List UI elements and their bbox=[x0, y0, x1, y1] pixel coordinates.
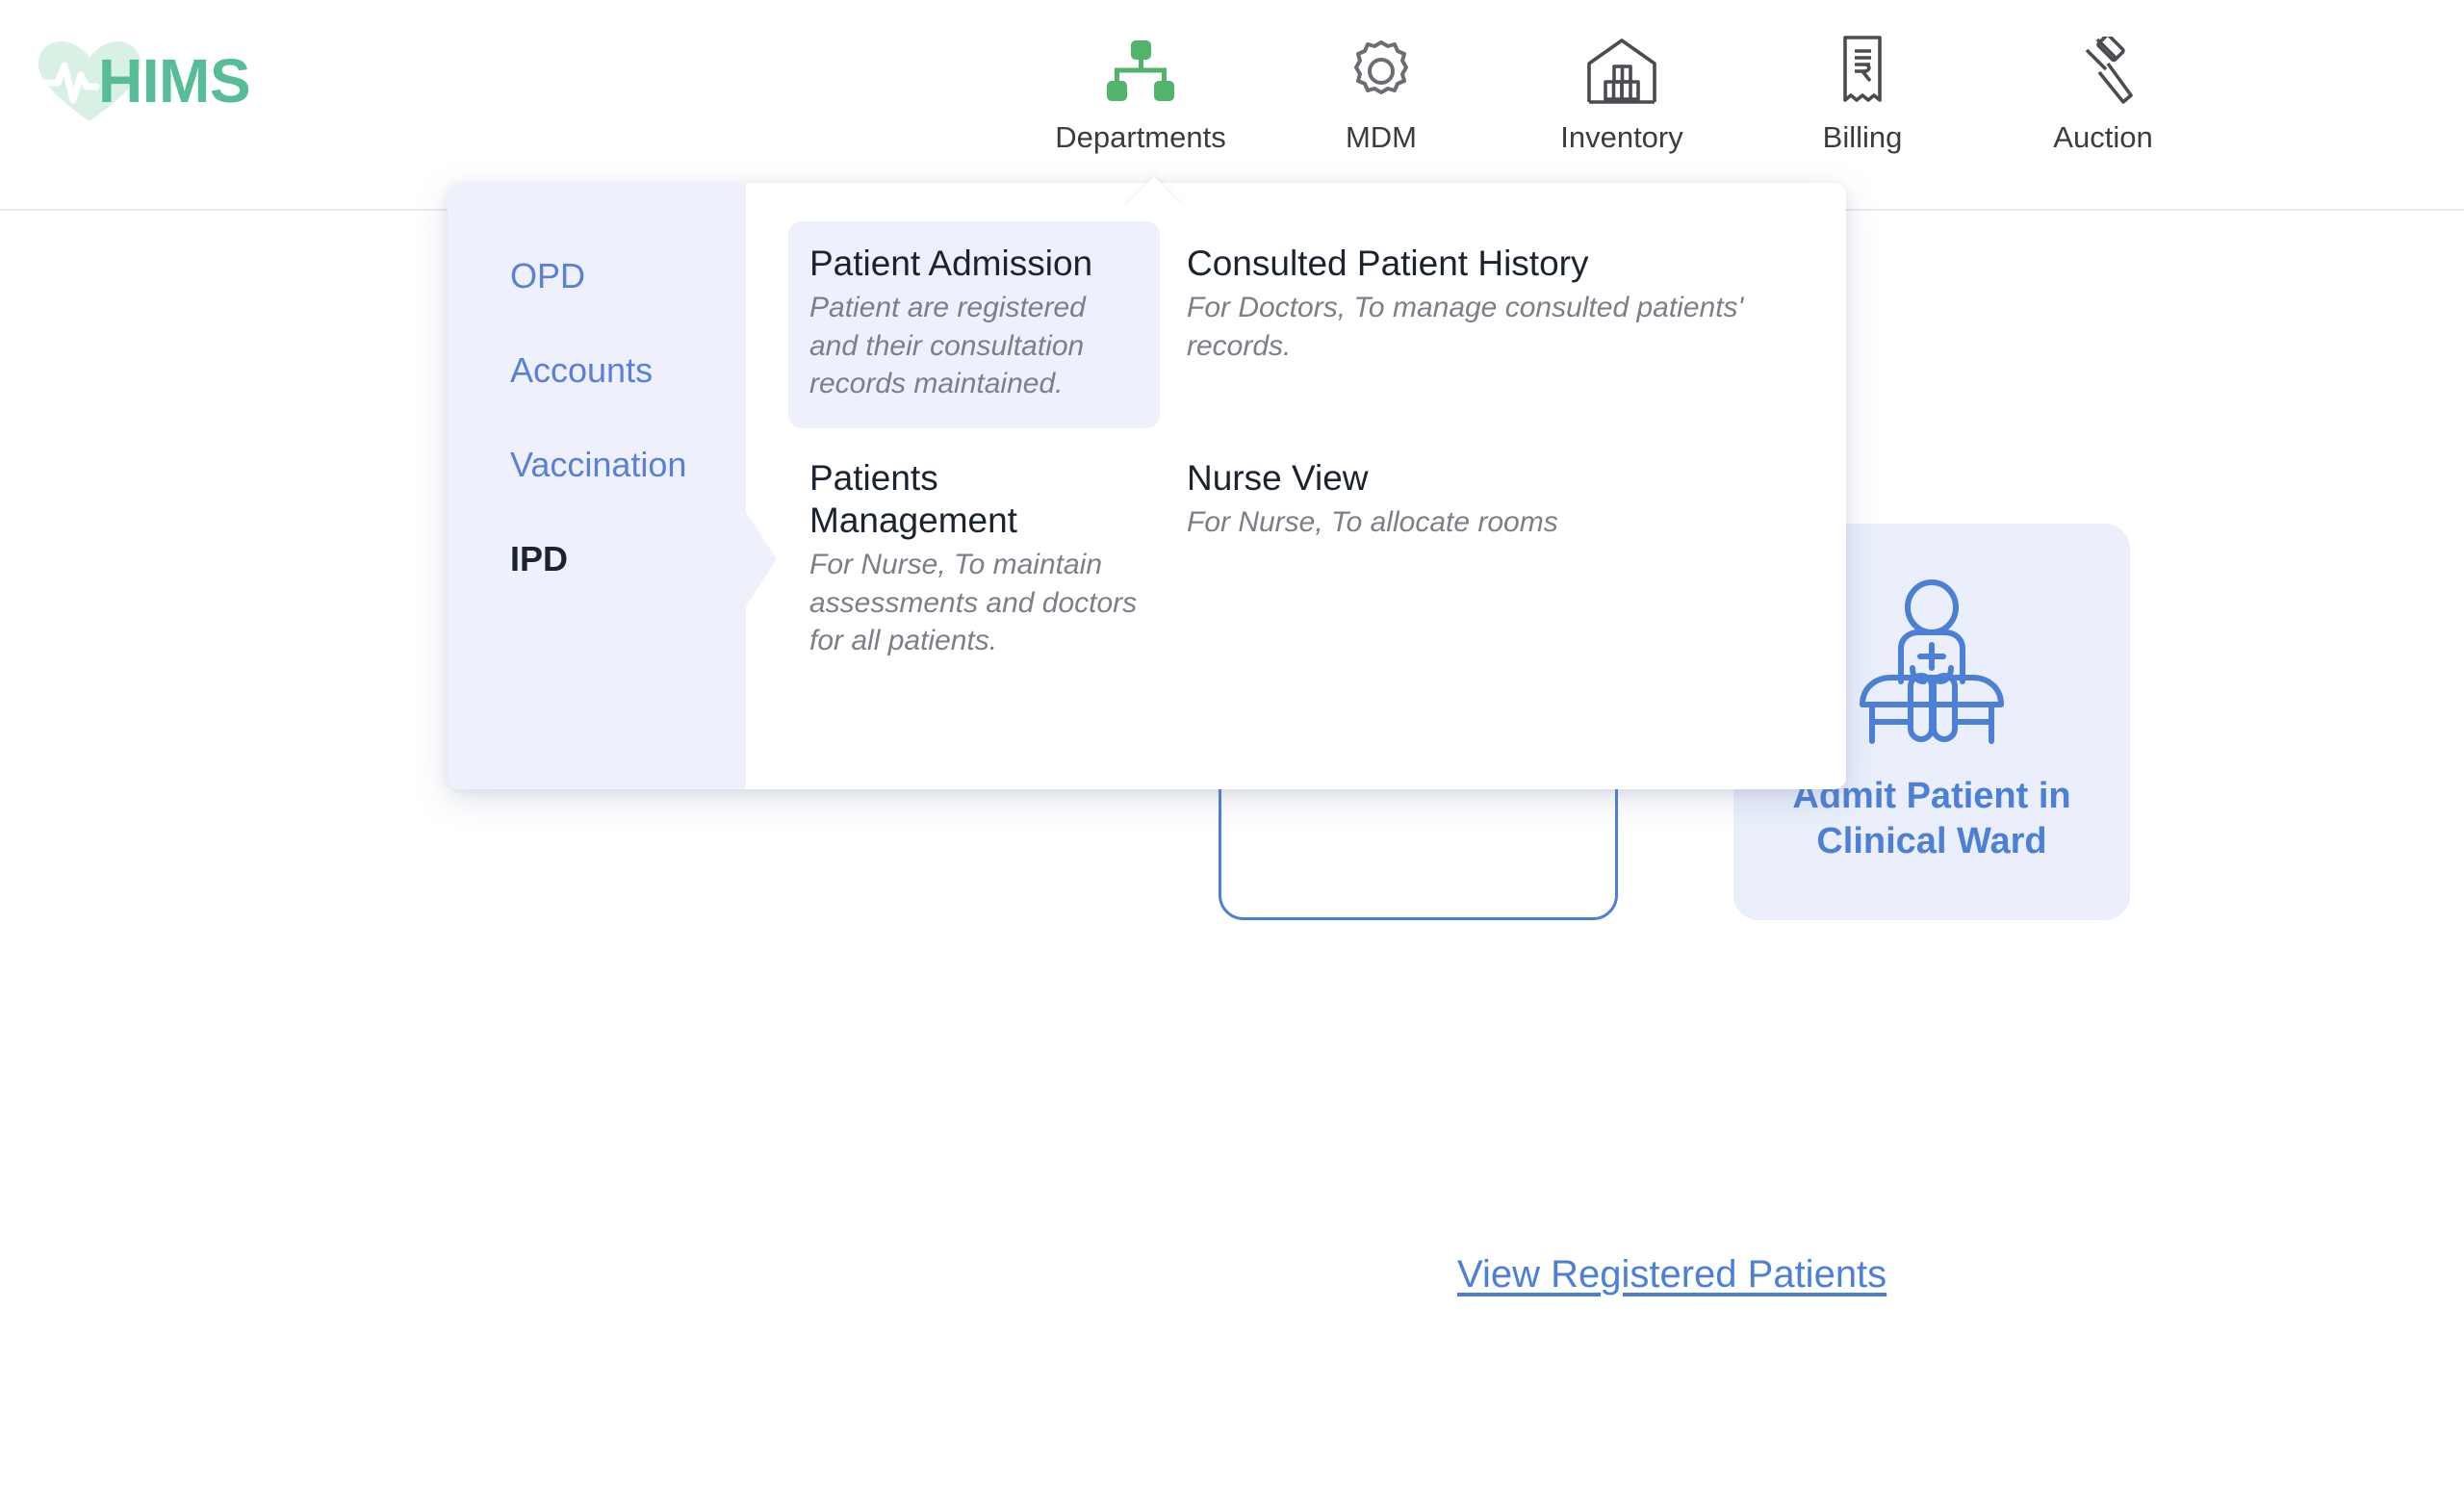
sidebar-item-label: Accounts bbox=[510, 350, 653, 391]
menu-item-nurse-view[interactable]: Nurse View For Nurse, To allocate rooms bbox=[1166, 436, 1808, 685]
menu-item-consulted-patient-history[interactable]: Consulted Patient History For Doctors, T… bbox=[1166, 221, 1808, 428]
sidebar-active-arrow-icon bbox=[746, 512, 777, 606]
menu-item-title: Nurse View bbox=[1187, 457, 1786, 500]
sidebar-item-label: OPD bbox=[510, 256, 585, 296]
nav-item-billing[interactable]: Billing bbox=[1742, 33, 1983, 154]
menu-item-description: Patient are registered and their consult… bbox=[809, 289, 1139, 404]
gear-icon bbox=[1347, 33, 1416, 110]
sidebar-item-vaccination[interactable]: Vaccination bbox=[448, 418, 746, 512]
receipt-rupee-icon bbox=[1833, 33, 1892, 110]
nav-item-departments[interactable]: Departments bbox=[1020, 33, 1261, 154]
patient-on-bed-icon bbox=[1837, 579, 2026, 758]
view-registered-patients-link[interactable]: View Registered Patients bbox=[1457, 1253, 1886, 1296]
nav-item-auction[interactable]: Auction bbox=[1983, 33, 2223, 154]
menu-item-title: Patients Management bbox=[809, 457, 1139, 541]
app-header: HIMS Departments bbox=[0, 0, 2464, 211]
nav-label-mdm: MDM bbox=[1346, 121, 1417, 154]
sidebar-item-label: IPD bbox=[510, 539, 568, 579]
menu-item-description: For Nurse, To allocate rooms bbox=[1187, 503, 1786, 542]
nav-item-inventory[interactable]: Inventory bbox=[1502, 33, 1742, 154]
sidebar-item-ipd[interactable]: IPD bbox=[448, 512, 746, 606]
dropdown-caret bbox=[1123, 176, 1185, 209]
sidebar-item-opd[interactable]: OPD bbox=[448, 229, 746, 323]
nav-item-mdm[interactable]: MDM bbox=[1261, 33, 1502, 154]
brand-logo[interactable]: HIMS bbox=[33, 37, 146, 125]
app-root: HIMS Departments bbox=[0, 0, 2464, 1489]
menu-item-patient-admission[interactable]: Patient Admission Patient are registered… bbox=[788, 221, 1160, 428]
warehouse-boxes-icon bbox=[1584, 33, 1659, 110]
nav-label-departments: Departments bbox=[1055, 121, 1225, 154]
gavel-icon bbox=[2067, 33, 2139, 110]
sitemap-icon bbox=[1106, 33, 1175, 110]
sidebar-item-label: Vaccination bbox=[510, 445, 686, 485]
nav-label-auction: Auction bbox=[2053, 121, 2152, 154]
menu-item-title: Patient Admission bbox=[809, 243, 1139, 285]
main-nav: Departments MDM bbox=[1020, 33, 2223, 154]
dropdown-items-grid: Patient Admission Patient are registered… bbox=[746, 183, 1846, 789]
brand-name: HIMS bbox=[98, 50, 250, 112]
nav-label-inventory: Inventory bbox=[1560, 121, 1683, 154]
sidebar-item-accounts[interactable]: Accounts bbox=[448, 323, 746, 418]
dropdown-sidebar: OPD Accounts Vaccination IPD bbox=[448, 183, 746, 789]
departments-dropdown: OPD Accounts Vaccination IPD Patient Adm… bbox=[448, 183, 1846, 789]
nav-label-billing: Billing bbox=[1823, 121, 1903, 154]
menu-item-description: For Nurse, To maintain assessments and d… bbox=[809, 546, 1139, 661]
menu-item-description: For Doctors, To manage consulted patient… bbox=[1187, 289, 1786, 366]
menu-item-patients-management[interactable]: Patients Management For Nurse, To mainta… bbox=[788, 436, 1160, 685]
menu-item-title: Consulted Patient History bbox=[1187, 243, 1786, 285]
